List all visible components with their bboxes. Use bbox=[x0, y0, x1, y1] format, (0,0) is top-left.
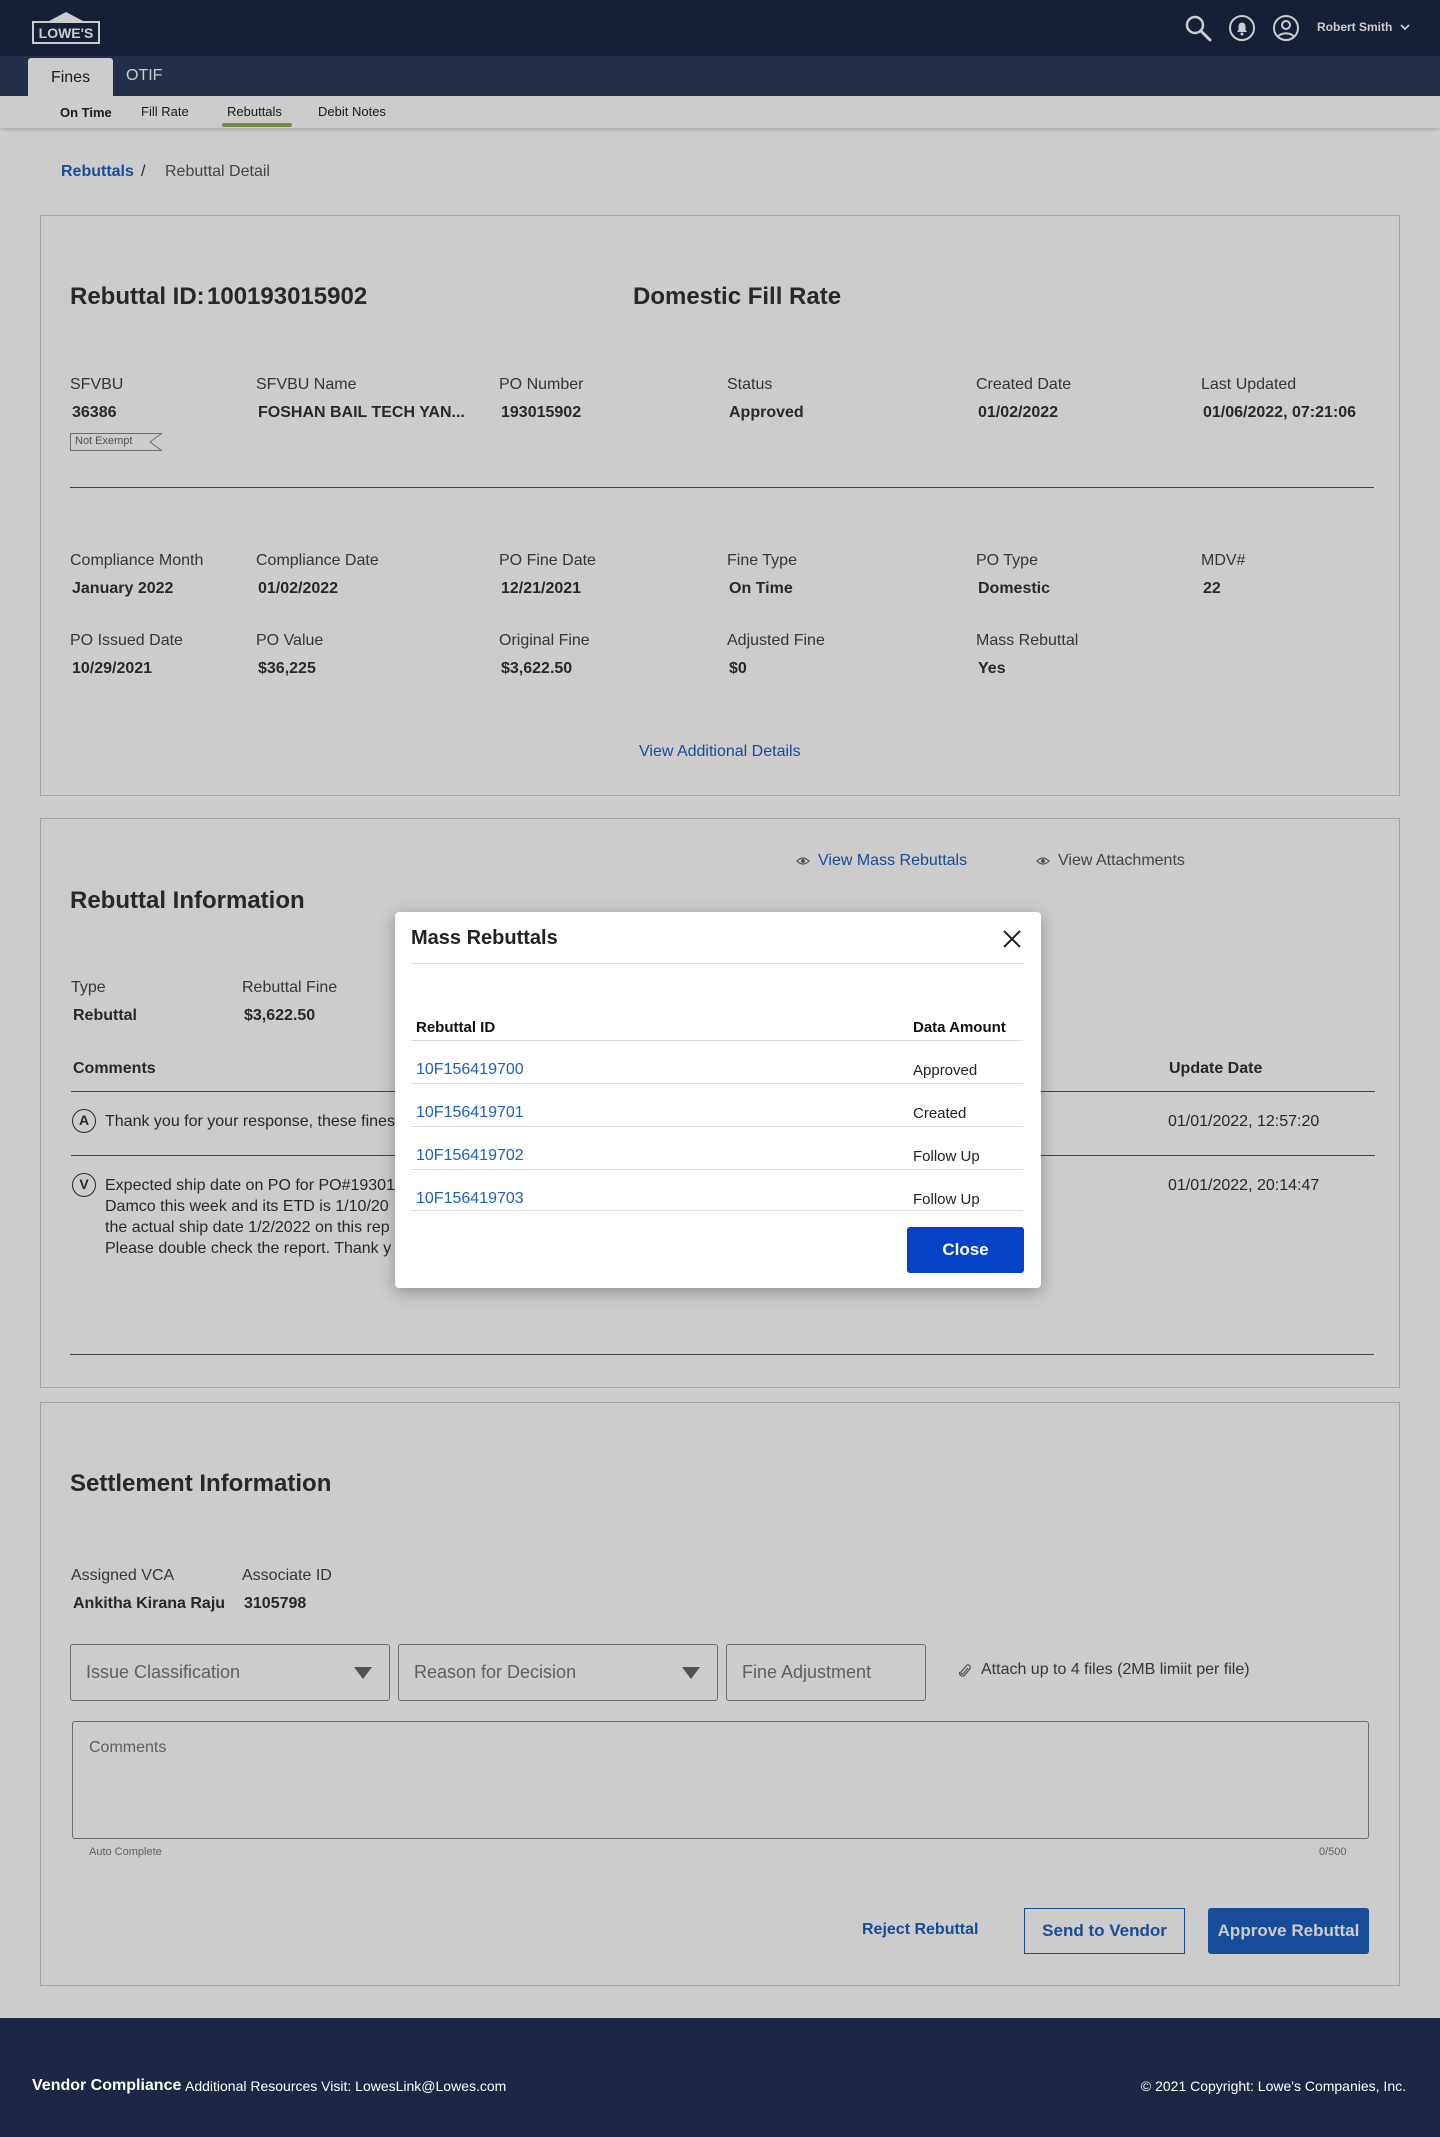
modal-divider bbox=[411, 963, 1024, 964]
mass-rebuttal-status: Follow Up bbox=[913, 1191, 980, 1208]
mass-rebuttals-modal: Mass Rebuttals Rebuttal ID Data Amount 1… bbox=[395, 912, 1041, 1288]
footer-copyright: © 2021 Copyright: Lowe's Companies, Inc. bbox=[1140, 2078, 1406, 2094]
footer-title: Vendor Compliance bbox=[32, 2077, 182, 2094]
modal-col-rebuttal-id: Rebuttal ID bbox=[416, 1019, 496, 1036]
table-row-divider bbox=[411, 1126, 1023, 1127]
mass-rebuttal-status: Follow Up bbox=[913, 1148, 980, 1165]
table-row-divider bbox=[411, 1083, 1023, 1084]
table-row-divider bbox=[411, 1210, 1023, 1211]
footer: Vendor Compliance Additional Resources V… bbox=[0, 2018, 1440, 2137]
modal-close-button[interactable]: Close bbox=[907, 1227, 1024, 1273]
mass-rebuttal-id-link[interactable]: 10F156419701 bbox=[416, 1104, 524, 1122]
mass-rebuttal-id-link[interactable]: 10F156419703 bbox=[416, 1190, 524, 1208]
modal-title: Mass Rebuttals bbox=[411, 927, 558, 949]
modal-col-data-amount: Data Amount bbox=[913, 1019, 1006, 1036]
mass-rebuttal-id-link[interactable]: 10F156419700 bbox=[416, 1061, 524, 1079]
mass-rebuttal-status: Approved bbox=[913, 1062, 978, 1079]
mass-rebuttal-id-link[interactable]: 10F156419702 bbox=[416, 1147, 524, 1165]
close-icon[interactable] bbox=[1001, 928, 1023, 950]
mass-rebuttal-status: Created bbox=[913, 1105, 967, 1122]
modal-header-divider bbox=[411, 1040, 1023, 1041]
table-row-divider bbox=[411, 1169, 1023, 1170]
footer-resources[interactable]: Additional Resources Visit: LowesLink@Lo… bbox=[185, 2078, 506, 2094]
